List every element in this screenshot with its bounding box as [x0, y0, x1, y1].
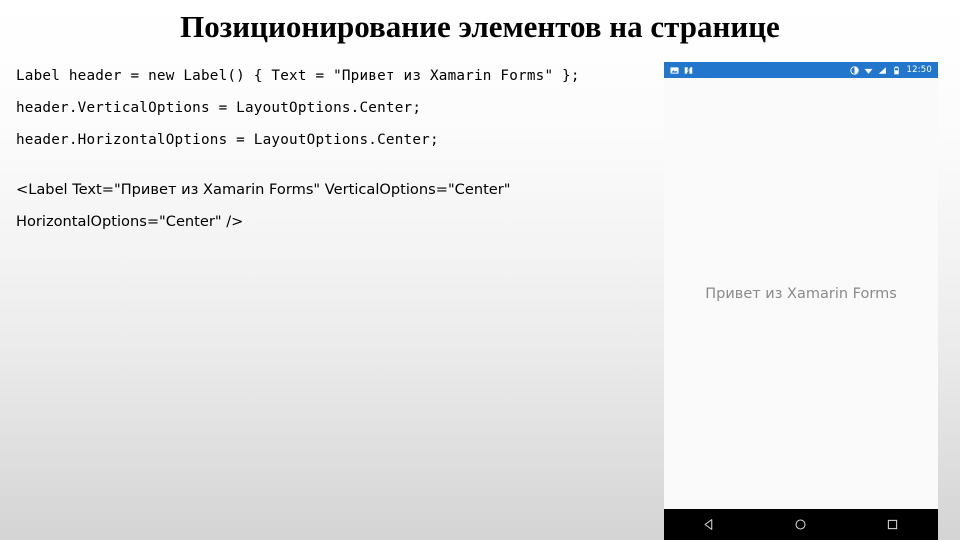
xaml-code-block: <Label Text="Привет из Xamarin Forms" Ve…: [16, 174, 656, 238]
code-line: header.HorizontalOptions = LayoutOptions…: [16, 132, 439, 148]
android-status-bar: 12:50: [664, 62, 938, 78]
xaml-line: <Label Text="Привет из Xamarin Forms" Ve…: [16, 181, 511, 198]
recents-button[interactable]: [877, 514, 907, 536]
signal-icon: [878, 66, 887, 75]
centered-label: Привет из Xamarin Forms: [705, 285, 897, 302]
android-nav-bar: [664, 509, 938, 540]
status-bar-system-icons: 12:50: [849, 64, 933, 75]
slide: Позиционирование элементов на странице L…: [0, 0, 960, 540]
page-title: Позиционирование элементов на странице: [180, 9, 780, 44]
xaml-line: HorizontalOptions="Center" />: [16, 213, 244, 230]
wifi-icon: [864, 66, 873, 75]
code-line: Label header = new Label() { Text = "При…: [16, 68, 580, 84]
status-bar-clock: 12:50: [906, 64, 932, 75]
csharp-code-block: Label header = new Label() { Text = "При…: [16, 60, 656, 156]
android-phone-mockup: 12:50 Привет из Xamarin Forms: [664, 62, 938, 540]
battery-icon: [892, 66, 901, 75]
activity-icon: [684, 66, 693, 75]
rotation-lock-icon: [849, 65, 859, 75]
home-button[interactable]: [786, 514, 816, 536]
code-line: header.VerticalOptions = LayoutOptions.C…: [16, 100, 422, 116]
status-bar-notifications: [670, 66, 693, 75]
screenshot-icon: [670, 66, 679, 75]
phone-screen: Привет из Xamarin Forms: [664, 78, 938, 509]
back-button[interactable]: [695, 514, 725, 536]
